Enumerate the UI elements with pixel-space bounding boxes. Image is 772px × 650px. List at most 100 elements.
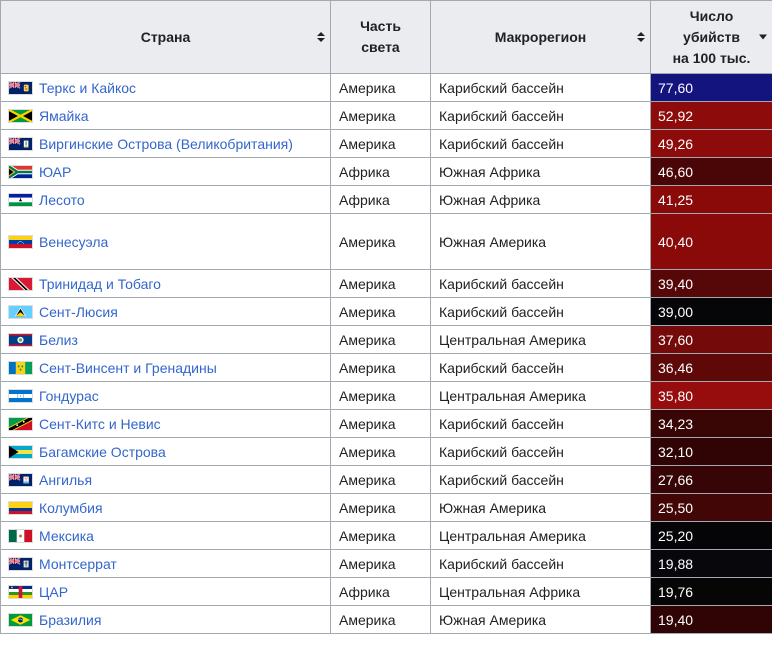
header-macroregion[interactable]: Макрорегион bbox=[430, 0, 651, 74]
country-link[interactable]: ЮАР bbox=[39, 164, 71, 180]
country-cell: Тринидад и Тобаго bbox=[0, 269, 331, 298]
bahamas-flag-icon[interactable] bbox=[9, 445, 32, 458]
sort-desc-icon[interactable] bbox=[759, 34, 767, 40]
macroregion-cell: Центральная Америка bbox=[430, 381, 651, 410]
macroregion-cell: Карибский бассейн bbox=[430, 549, 651, 578]
sort-both-icon[interactable] bbox=[317, 32, 325, 42]
country-link[interactable]: Ямайка bbox=[39, 108, 89, 124]
country-link[interactable]: Белиз bbox=[39, 332, 78, 348]
continent-cell: Африка bbox=[330, 577, 431, 606]
homicide-rate-cell: 25,20 bbox=[650, 521, 772, 550]
country-cell: Ангилья bbox=[0, 465, 331, 494]
table-row: Колумбия Америка Южная Америка 25,50 bbox=[0, 493, 772, 522]
sort-both-icon[interactable] bbox=[637, 32, 645, 42]
header-continent-label-line2: света bbox=[361, 39, 400, 55]
homicide-rate-cell: 27,66 bbox=[650, 465, 772, 494]
country-cell: ЦАР bbox=[0, 577, 331, 606]
header-country[interactable]: Страна bbox=[0, 0, 331, 74]
country-link[interactable]: Сент-Винсент и Гренадины bbox=[39, 360, 217, 376]
turks-and-caicos-flag-icon[interactable] bbox=[9, 81, 32, 94]
macroregion-cell: Карибский бассейн bbox=[430, 297, 651, 326]
macroregion-cell: Карибский бассейн bbox=[430, 269, 651, 298]
macroregion-cell: Карибский бассейн bbox=[430, 409, 651, 438]
country-link[interactable]: Мексика bbox=[39, 528, 94, 544]
homicide-rate-cell: 40,40 bbox=[650, 213, 772, 270]
continent-cell: Америка bbox=[330, 465, 431, 494]
homicide-rate-cell: 39,40 bbox=[650, 269, 772, 298]
homicide-rate-cell: 39,00 bbox=[650, 297, 772, 326]
virgin-islands-uk-flag-icon[interactable] bbox=[9, 137, 32, 150]
macroregion-cell: Южная Америка bbox=[430, 493, 651, 522]
south-africa-flag-icon[interactable] bbox=[9, 165, 32, 178]
honduras-flag-icon[interactable] bbox=[9, 389, 32, 402]
macroregion-cell: Южная Америка bbox=[430, 213, 651, 270]
country-link[interactable]: Виргинские Острова (Великобритания) bbox=[39, 136, 293, 152]
country-link[interactable]: Бразилия bbox=[39, 612, 101, 628]
country-cell: Белиз bbox=[0, 325, 331, 354]
colombia-flag-icon[interactable] bbox=[9, 501, 32, 514]
anguilla-flag-icon[interactable] bbox=[9, 473, 32, 486]
jamaica-flag-icon[interactable] bbox=[9, 109, 32, 122]
saint-vincent-and-grenadines-flag-icon[interactable] bbox=[9, 361, 32, 374]
mexico-flag-icon[interactable] bbox=[9, 529, 32, 542]
table-row: Сент-Винсент и Гренадины Америка Карибский… bbox=[0, 353, 772, 382]
country-link[interactable]: Гондурас bbox=[39, 388, 99, 404]
belize-flag-icon[interactable] bbox=[9, 333, 32, 346]
country-link[interactable]: Ангилья bbox=[39, 472, 92, 488]
macroregion-cell: Карибский бассейн bbox=[430, 129, 651, 158]
homicide-rate-cell: 37,60 bbox=[650, 325, 772, 354]
country-link[interactable]: Венесуэла bbox=[39, 234, 108, 250]
homicide-rate-cell: 19,88 bbox=[650, 549, 772, 578]
trinidad-and-tobago-flag-icon[interactable] bbox=[9, 277, 32, 290]
country-link[interactable]: Колумбия bbox=[39, 500, 103, 516]
continent-cell: Америка bbox=[330, 521, 431, 550]
country-cell: Сент-Люсия bbox=[0, 297, 331, 326]
country-link[interactable]: ЦАР bbox=[39, 584, 68, 600]
macroregion-cell: Южная Африка bbox=[430, 157, 651, 186]
macroregion-cell: Карибский бассейн bbox=[430, 465, 651, 494]
homicide-rate-cell: 77,60 bbox=[650, 73, 772, 102]
brazil-flag-icon[interactable] bbox=[9, 613, 32, 626]
country-link[interactable]: Теркс и Кайкос bbox=[39, 80, 136, 96]
country-link[interactable]: Тринидад и Тобаго bbox=[39, 276, 161, 292]
continent-cell: Америка bbox=[330, 493, 431, 522]
homicide-rate-cell: 19,76 bbox=[650, 577, 772, 606]
table-row: Сент-Китс и Невис Америка Карибский бассей… bbox=[0, 409, 772, 438]
saint-lucia-flag-icon[interactable] bbox=[9, 305, 32, 318]
homicide-rate-cell: 32,10 bbox=[650, 437, 772, 466]
country-cell: Колумбия bbox=[0, 493, 331, 522]
continent-cell: Америка bbox=[330, 129, 431, 158]
country-link[interactable]: Монтсеррат bbox=[39, 556, 117, 572]
macroregion-cell: Центральная Америка bbox=[430, 325, 651, 354]
header-continent-label-line1: Часть bbox=[360, 18, 401, 34]
montserrat-flag-icon[interactable] bbox=[9, 557, 32, 570]
header-macroregion-label: Макрорегион bbox=[494, 28, 587, 45]
saint-kitts-and-nevis-flag-icon[interactable] bbox=[9, 417, 32, 430]
venezuela-flag-icon[interactable] bbox=[9, 235, 32, 248]
continent-cell: Америка bbox=[330, 605, 431, 634]
macroregion-cell: Карибский бассейн bbox=[430, 437, 651, 466]
table-row: Венесуэла Америка Южная Америка 40,40 bbox=[0, 213, 772, 270]
continent-cell: Америка bbox=[330, 73, 431, 102]
central-african-republic-flag-icon[interactable] bbox=[9, 585, 32, 598]
country-link[interactable]: Сент-Люсия bbox=[39, 304, 118, 320]
table-row: Теркс и Кайкос Америка Карибский бассейн 77… bbox=[0, 73, 772, 102]
header-row: Страна Часть света Макрорегион Число уби… bbox=[0, 0, 772, 74]
table-row: ЮАР Африка Южная Африка 46,60 bbox=[0, 157, 772, 186]
macroregion-cell: Южная Америка bbox=[430, 605, 651, 634]
header-homicide-rate[interactable]: Число убийств на 100 тыс. bbox=[650, 0, 772, 74]
country-cell: Венесуэла bbox=[0, 213, 331, 270]
macroregion-cell: Центральная Америка bbox=[430, 521, 651, 550]
lesotho-flag-icon[interactable] bbox=[9, 193, 32, 206]
table-row: Сент-Люсия Америка Карибский бассейн 39,00 bbox=[0, 297, 772, 326]
table-row: Ангилья Америка Карибский бассейн 27,66 bbox=[0, 465, 772, 494]
country-link[interactable]: Багамские Острова bbox=[39, 444, 166, 460]
header-continent[interactable]: Часть света bbox=[330, 0, 431, 74]
homicide-rate-cell: 25,50 bbox=[650, 493, 772, 522]
country-cell: Багамские Острова bbox=[0, 437, 331, 466]
country-link[interactable]: Лесото bbox=[39, 192, 85, 208]
table-row: Бразилия Америка Южная Америка 19,40 bbox=[0, 605, 772, 634]
country-link[interactable]: Сент-Китс и Невис bbox=[39, 416, 161, 432]
country-cell: Сент-Китс и Невис bbox=[0, 409, 331, 438]
country-cell: Ямайка bbox=[0, 101, 331, 130]
